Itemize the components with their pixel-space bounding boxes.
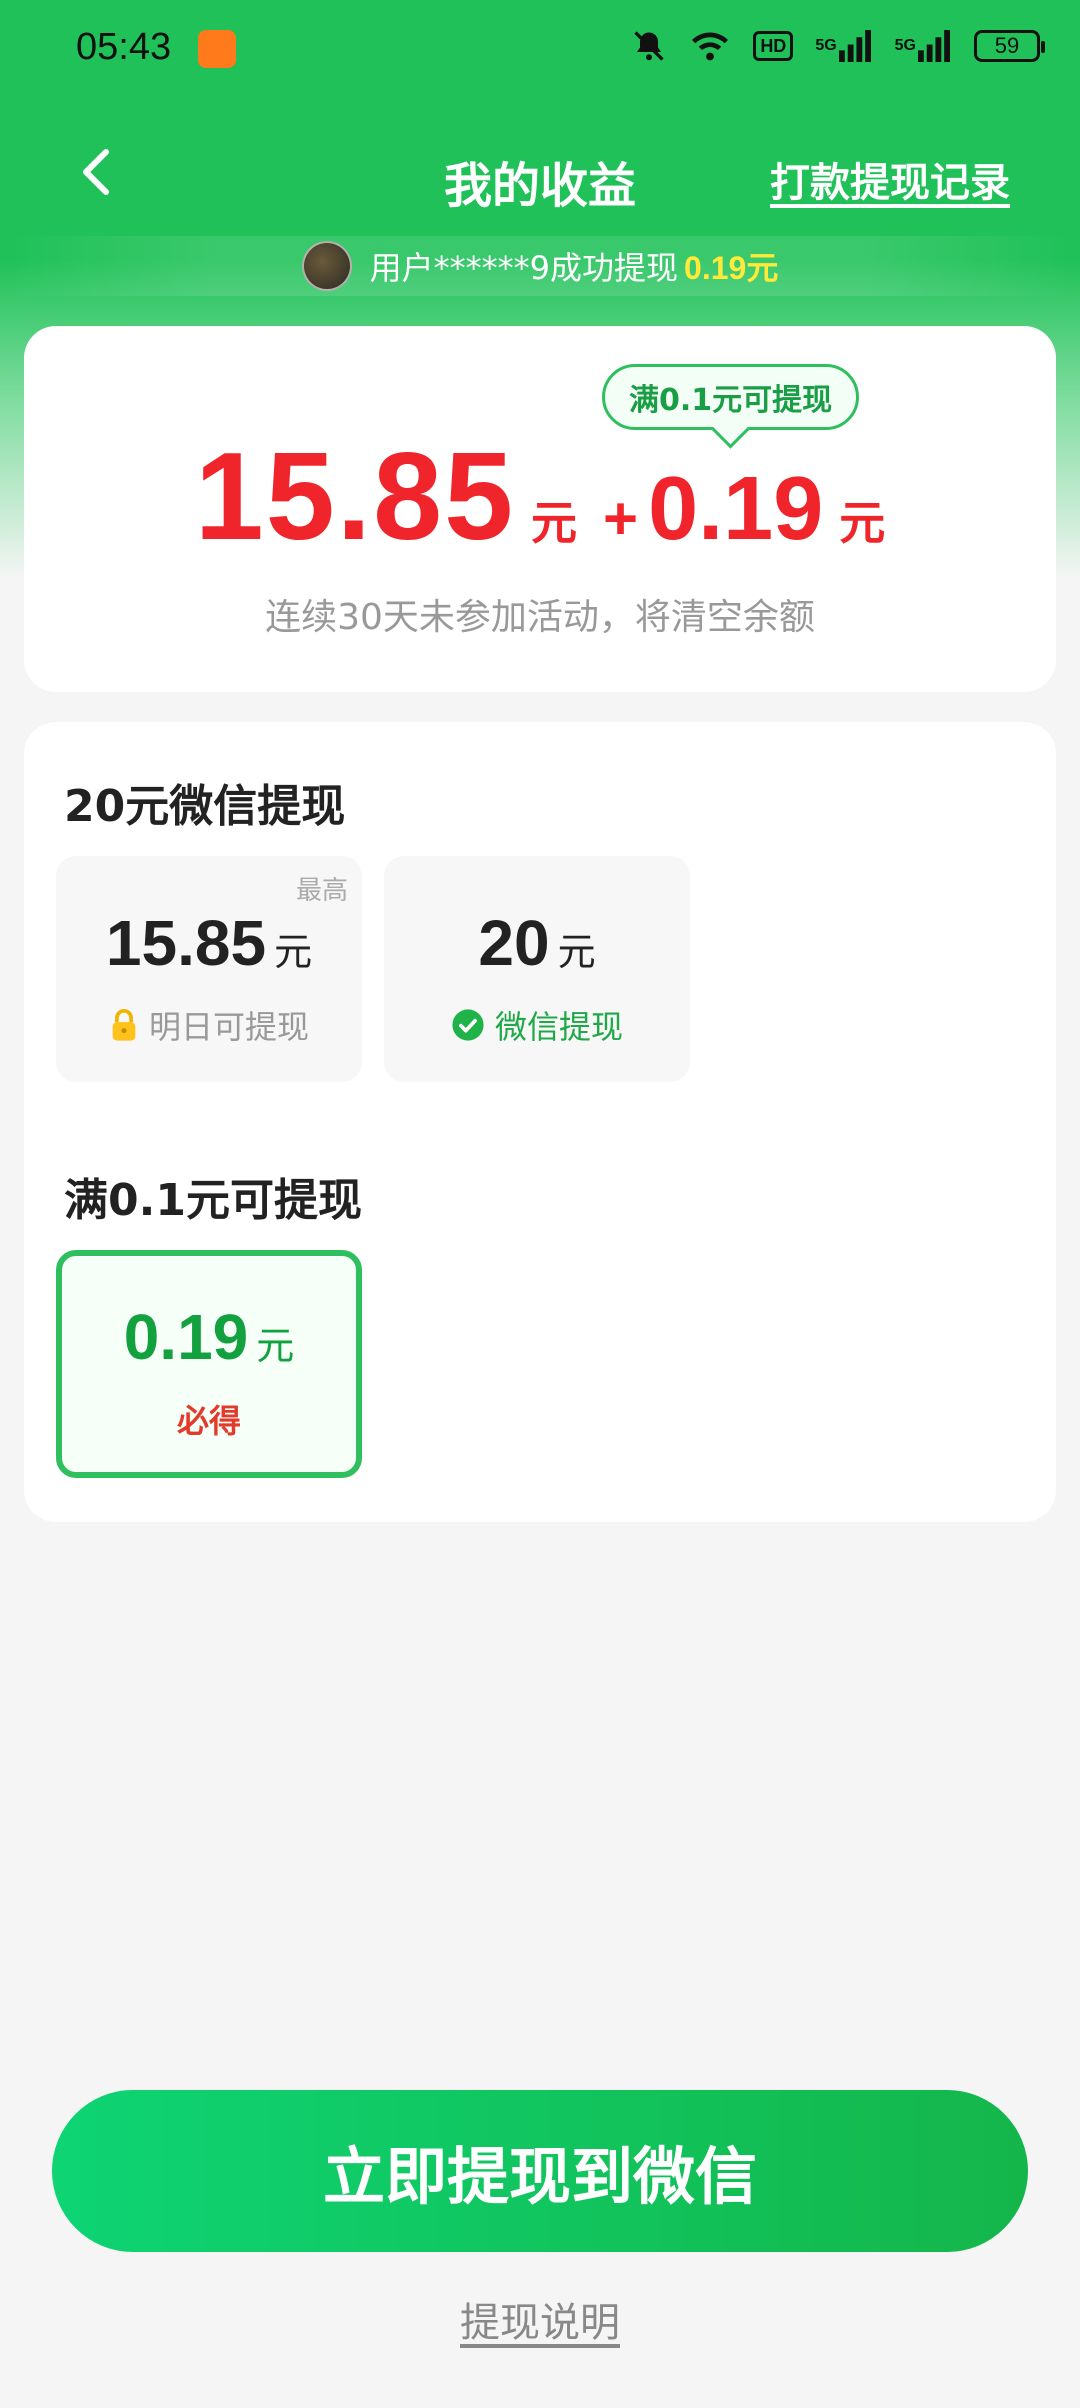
- withdraw-notice: 用户******9成功提现 0.19元: [0, 236, 1080, 296]
- withdraw-option-15-85[interactable]: 最高 15.85 元 明日可提现: [56, 856, 362, 1082]
- status-icons: HD 5G 5G 59: [631, 28, 1045, 64]
- main-balance: 15.85: [194, 428, 516, 566]
- option-status: 明日可提现: [56, 1002, 362, 1048]
- withdraw-option-20[interactable]: 20 元 微信提现: [384, 856, 690, 1082]
- balance-amount: 15.85 元 + 0.19 元: [24, 426, 1056, 568]
- app-notification-icon: [198, 30, 236, 68]
- min-withdraw-tip: 满0.1元可提现: [602, 364, 860, 430]
- battery-icon: 59: [974, 30, 1045, 62]
- main-balance-unit: 元: [531, 497, 578, 549]
- cell-signal-icon: 5G: [815, 28, 872, 64]
- wechat-section-title: 20元微信提现: [64, 781, 346, 832]
- option-amount-value: 20: [478, 907, 550, 979]
- status-bar: 05:43 HD 5G 5G 59: [0, 0, 1080, 96]
- signal-label: 5G: [894, 37, 916, 54]
- status-time: 05:43: [76, 26, 172, 68]
- option-amount: 15.85 元: [56, 906, 362, 980]
- option-amount-value: 15.85: [105, 907, 267, 979]
- plus-sign: +: [603, 485, 639, 552]
- option-amount: 20 元: [384, 906, 690, 980]
- nav-bar: 我的收益 打款提现记录: [0, 120, 1080, 230]
- option-status: 微信提现: [384, 1002, 690, 1048]
- option-status-text: 明日可提现: [148, 1008, 309, 1046]
- cell-signal-icon: 5G: [895, 28, 952, 64]
- wechat-icon: [452, 1009, 484, 1041]
- bonus-balance-unit: 元: [839, 497, 886, 549]
- notice-amount: 0.19元: [684, 250, 779, 286]
- withdraw-option-0-19[interactable]: 0.19 元 必得: [56, 1250, 362, 1478]
- option-amount-unit: 元: [557, 930, 596, 974]
- option-amount-value: 0.19: [123, 1301, 249, 1373]
- option-amount: 0.19 元: [62, 1300, 356, 1374]
- option-status-text: 微信提现: [494, 1008, 623, 1046]
- withdraw-help-link[interactable]: 提现说明: [0, 2290, 1080, 2348]
- bell-muted-icon: [631, 28, 667, 64]
- withdraw-records-link[interactable]: 打款提现记录: [770, 150, 1010, 208]
- option-guaranteed-label: 必得: [176, 1402, 241, 1440]
- notice-text: 用户******9成功提现: [369, 249, 679, 287]
- avatar: [301, 241, 352, 291]
- option-amount-unit: 元: [256, 1324, 295, 1368]
- max-label: 最高: [295, 876, 348, 906]
- expiry-warning: 连续30天未参加活动，将清空余额: [265, 597, 815, 638]
- balance-card: 满0.1元可提现 15.85 元 + 0.19 元 连续30天未参加活动，将清空…: [24, 326, 1056, 692]
- signal-label: 5G: [815, 37, 837, 54]
- bonus-balance: 0.19: [648, 459, 824, 559]
- wifi-icon: [689, 28, 731, 64]
- option-amount-unit: 元: [274, 930, 313, 974]
- small-withdraw-section-title: 满0.1元可提现: [64, 1175, 362, 1226]
- withdraw-options-card: 20元微信提现 最高 15.85 元 明日可提现 20 元 微信提现 满0.1元可提…: [24, 722, 1056, 1522]
- lock-icon: [112, 1009, 136, 1041]
- withdraw-to-wechat-button[interactable]: 立即提现到微信: [52, 2090, 1028, 2252]
- hd-icon: HD: [753, 31, 794, 61]
